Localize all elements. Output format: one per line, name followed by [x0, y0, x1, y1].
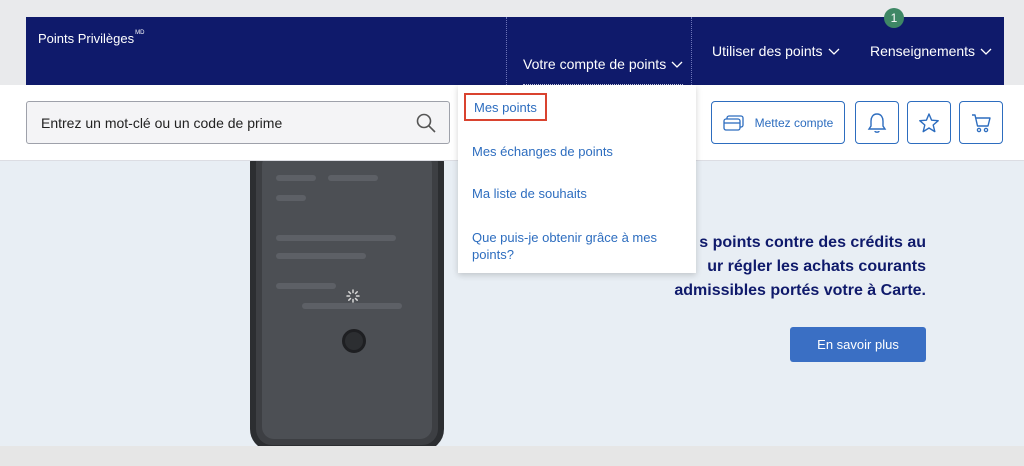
chevron-down-icon — [980, 48, 992, 55]
brand-logo[interactable]: Points PrivilègesMD — [38, 30, 145, 46]
brand-mark: MD — [135, 30, 145, 36]
search-icon[interactable] — [415, 112, 437, 134]
phone-screen — [262, 161, 432, 439]
cart-button[interactable] — [959, 101, 1003, 144]
bottom-band — [0, 446, 1024, 466]
account-dropdown-menu: Mes points Mes échanges de points Ma lis… — [458, 85, 696, 273]
nav-renseignements[interactable]: Renseignements — [870, 43, 993, 59]
learn-more-button[interactable]: En savoir plus — [790, 327, 926, 362]
nav-utiliser-points-label: Utiliser des points — [712, 43, 823, 59]
nav-votre-compte[interactable]: Votre compte de points — [506, 17, 692, 85]
phone-image — [250, 161, 444, 446]
favorites-button[interactable] — [907, 101, 951, 144]
nav-utiliser-points[interactable]: Utiliser des points — [712, 43, 841, 59]
hero-line-3: admissibles portés votre à Carte. — [674, 282, 926, 299]
menu-item-que-puis-je[interactable]: Que puis-je obtenir grâce à mes points? — [472, 229, 672, 263]
phone-home-button — [342, 329, 366, 353]
top-nav: Points PrivilègesMD Votre compte de poin… — [26, 17, 1004, 85]
menu-item-mes-points[interactable]: Mes points — [464, 93, 547, 121]
chevron-down-icon — [671, 61, 683, 68]
chevron-down-icon — [828, 48, 839, 55]
notifications-badge: 1 — [884, 8, 904, 28]
add-account-button[interactable]: Mettez compte — [711, 101, 845, 144]
add-account-label: Mettez compte — [754, 115, 834, 130]
nav-renseignements-label: Renseignements — [870, 43, 976, 59]
brand-name: Points Privilèges — [38, 31, 135, 46]
search-input[interactable] — [41, 114, 401, 131]
menu-item-liste-souhaits[interactable]: Ma liste de souhaits — [472, 185, 587, 202]
notifications-button[interactable] — [855, 101, 899, 144]
loading-spinner-icon — [346, 289, 360, 303]
cart-icon — [972, 113, 991, 132]
star-icon — [919, 112, 939, 132]
menu-item-mes-echanges[interactable]: Mes échanges de points — [472, 143, 613, 160]
search-box — [26, 101, 450, 144]
bell-icon — [867, 112, 887, 133]
nav-votre-compte-label: Votre compte de points — [523, 56, 667, 72]
card-icon — [722, 114, 744, 131]
